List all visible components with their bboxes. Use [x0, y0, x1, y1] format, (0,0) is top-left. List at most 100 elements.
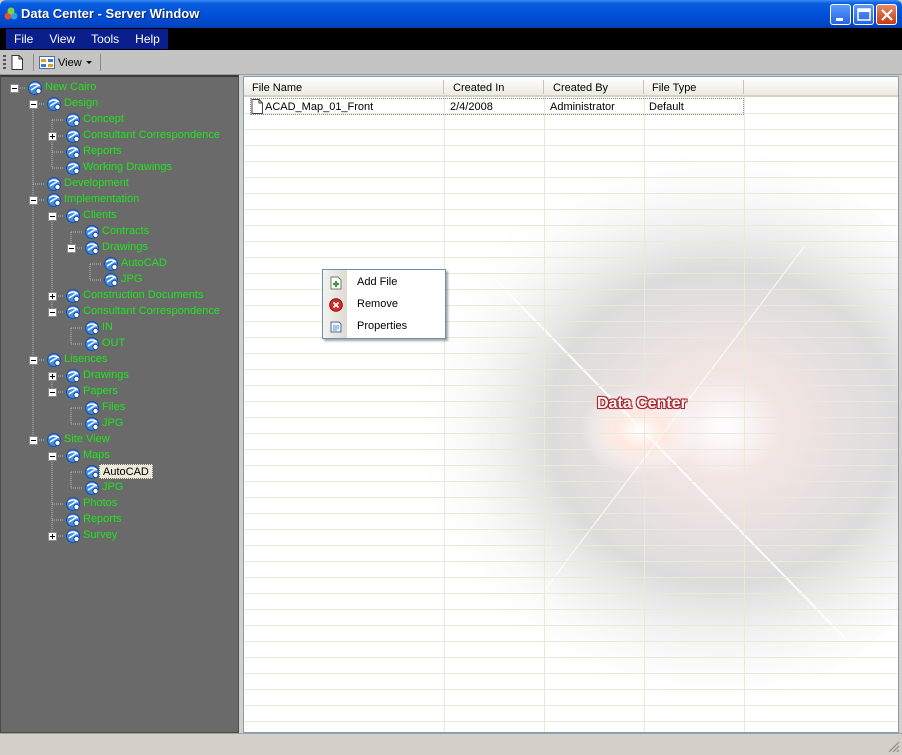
tree-node-label[interactable]: Drawings: [102, 241, 148, 253]
expand-icon[interactable]: [48, 372, 57, 381]
expand-icon[interactable]: [48, 292, 57, 301]
menu-tools[interactable]: Tools: [83, 29, 127, 49]
tree-node[interactable]: Reports: [1, 512, 238, 528]
tree-node[interactable]: Site View: [1, 432, 238, 448]
file-list[interactable]: File Name Created In Created By File Typ…: [243, 76, 899, 733]
column-file-type[interactable]: File Type: [652, 82, 696, 94]
tree-node-label[interactable]: Construction Documents: [83, 289, 203, 301]
tree-node-label[interactable]: Clients: [83, 209, 117, 221]
tree-node-label[interactable]: Design: [64, 97, 98, 109]
collapse-icon[interactable]: [29, 436, 38, 445]
tree-node[interactable]: Consultant Correspondence: [1, 304, 238, 320]
tree-node-label[interactable]: JPG: [121, 273, 142, 285]
tree-node-label[interactable]: AutoCAD: [99, 464, 153, 479]
tree-node[interactable]: JPG: [1, 272, 238, 288]
tree-node[interactable]: Papers: [1, 384, 238, 400]
tree-node-label[interactable]: Drawings: [83, 369, 129, 381]
tree-node[interactable]: Files: [1, 400, 238, 416]
tree-node-label[interactable]: Files: [102, 401, 125, 413]
tree-node[interactable]: Photos: [1, 496, 238, 512]
tree-node[interactable]: Concept: [1, 112, 238, 128]
tree-node[interactable]: JPG: [1, 416, 238, 432]
tree-node-label[interactable]: Site View: [64, 433, 110, 445]
tree-node[interactable]: AutoCAD: [1, 256, 238, 272]
tree-node-label[interactable]: Working Drawings: [83, 161, 172, 173]
tree-node-label[interactable]: Consultant Correspondence: [83, 305, 220, 317]
collapse-icon[interactable]: [48, 388, 57, 397]
menu-item-properties[interactable]: Properties: [323, 315, 445, 337]
toolbar-separator: [100, 54, 101, 71]
tree-node[interactable]: Survey: [1, 528, 238, 544]
tree-node[interactable]: New Cairo: [1, 80, 238, 96]
collapse-icon[interactable]: [29, 356, 38, 365]
maximize-button[interactable]: [853, 4, 874, 25]
collapse-icon[interactable]: [29, 100, 38, 109]
menu-file[interactable]: File: [6, 29, 41, 49]
tree-node-label[interactable]: Implementation: [64, 193, 139, 205]
tree-node-label[interactable]: Papers: [83, 385, 118, 397]
view-dropdown-button[interactable]: View: [39, 54, 92, 71]
collapse-icon[interactable]: [67, 244, 76, 253]
tree-node-label[interactable]: Maps: [83, 449, 110, 461]
menu-help[interactable]: Help: [127, 29, 168, 49]
tree-node[interactable]: Working Drawings: [1, 160, 238, 176]
tree-node[interactable]: Maps: [1, 448, 238, 464]
menu-view[interactable]: View: [41, 29, 83, 49]
tree-node[interactable]: Clients: [1, 208, 238, 224]
column-file-name[interactable]: File Name: [252, 82, 302, 94]
tree-node[interactable]: IN: [1, 320, 238, 336]
folder-tree[interactable]: New Cairo Design Concept Consultant Corresp…: [0, 75, 239, 733]
tree-node-label[interactable]: Reports: [83, 145, 122, 157]
properties-icon: [330, 321, 342, 333]
tree-node-label[interactable]: JPG: [102, 417, 123, 429]
tree-node-label[interactable]: New Cairo: [45, 81, 96, 93]
column-separator[interactable]: [443, 80, 444, 94]
tree-node-label[interactable]: Reports: [83, 513, 122, 525]
tree-node-label[interactable]: JPG: [102, 481, 123, 493]
expand-icon[interactable]: [48, 132, 57, 141]
tree-node[interactable]: Drawings: [1, 368, 238, 384]
minimize-button[interactable]: [830, 4, 851, 25]
column-created-in[interactable]: Created In: [453, 82, 504, 94]
menu-item-remove[interactable]: Remove: [323, 293, 445, 315]
collapse-icon[interactable]: [10, 84, 19, 93]
tree-node-label[interactable]: Concept: [83, 113, 124, 125]
tree-node-label[interactable]: Development: [64, 177, 129, 189]
collapse-icon[interactable]: [48, 452, 57, 461]
resize-grip-icon[interactable]: [888, 741, 900, 753]
title-bar[interactable]: Data Center - Server Window: [0, 0, 902, 28]
tree-node[interactable]: OUT: [1, 336, 238, 352]
tree-node[interactable]: Drawings: [1, 240, 238, 256]
tree-node[interactable]: Contracts: [1, 224, 238, 240]
tree-node[interactable]: Implementation: [1, 192, 238, 208]
tree-node-label[interactable]: Survey: [83, 529, 117, 541]
column-separator[interactable]: [543, 80, 544, 94]
tree-node-label[interactable]: OUT: [102, 337, 125, 349]
menu-item-add-file[interactable]: Add File: [323, 271, 445, 293]
tree-node[interactable]: Consultant Correspondence: [1, 128, 238, 144]
collapse-icon[interactable]: [48, 308, 57, 317]
close-button[interactable]: [876, 4, 897, 25]
tree-node[interactable]: Design: [1, 96, 238, 112]
tree-node[interactable]: AutoCAD: [1, 464, 238, 480]
tree-node-label[interactable]: Consultant Correspondence: [83, 129, 220, 141]
tree-node-label[interactable]: IN: [102, 321, 113, 333]
tree-node-label[interactable]: AutoCAD: [121, 257, 167, 269]
tree-node-label[interactable]: Contracts: [102, 225, 149, 237]
tree-node-label[interactable]: Photos: [83, 497, 117, 509]
column-created-by[interactable]: Created By: [553, 82, 608, 94]
new-document-icon[interactable]: [11, 55, 23, 70]
tree-node[interactable]: Development: [1, 176, 238, 192]
folder-globe-icon: [46, 432, 62, 448]
collapse-icon[interactable]: [29, 196, 38, 205]
tree-node[interactable]: JPG: [1, 480, 238, 496]
collapse-icon[interactable]: [48, 212, 57, 221]
expand-icon[interactable]: [48, 532, 57, 541]
tree-node-label[interactable]: Lisences: [64, 353, 107, 365]
tree-node[interactable]: Construction Documents: [1, 288, 238, 304]
tree-node[interactable]: Reports: [1, 144, 238, 160]
tree-node[interactable]: Lisences: [1, 352, 238, 368]
column-separator[interactable]: [643, 80, 644, 94]
toolbar-grip[interactable]: [3, 55, 6, 70]
column-separator[interactable]: [743, 80, 744, 94]
